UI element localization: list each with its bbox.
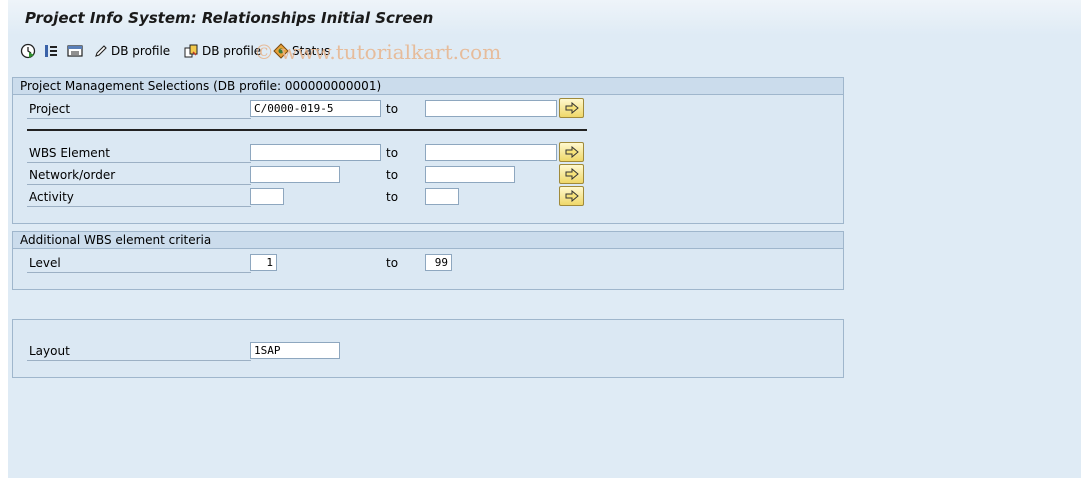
db-profile-copy-button[interactable]: DB profile: [184, 42, 261, 60]
project-multiple-selection-button[interactable]: [559, 98, 584, 118]
db-profile-copy-label: DB profile: [202, 44, 262, 58]
page-title: Project Info System: Relationships Initi…: [25, 9, 434, 27]
copy-profile-icon: [184, 44, 198, 57]
pencil-icon: [95, 45, 107, 57]
project-from-input[interactable]: C/0000-019-5: [250, 100, 381, 117]
activity-label: Activity: [29, 190, 74, 204]
arrow-right-icon: [565, 146, 579, 158]
label-underline: [27, 118, 251, 119]
label-underline: [27, 162, 251, 163]
activity-multiple-selection-button[interactable]: [559, 186, 584, 206]
project-to-input[interactable]: [425, 100, 557, 117]
arrow-right-icon: [565, 168, 579, 180]
separator-line: [27, 129, 587, 131]
application-toolbar: DB profile DB profile Status: [8, 38, 1081, 64]
arrow-right-icon: [565, 190, 579, 202]
label-underline: [27, 206, 251, 207]
level-to-input[interactable]: 99: [425, 254, 452, 271]
selection-options-icon: [45, 45, 57, 57]
get-variant-icon: [67, 45, 83, 57]
network-order-to-input[interactable]: [425, 166, 515, 183]
selection-options-button[interactable]: [43, 42, 59, 60]
title-bar: Project Info System: Relationships Initi…: [8, 0, 1081, 35]
group-title-project-management: Project Management Selections (DB profil…: [13, 78, 843, 95]
label-underline: [27, 360, 251, 361]
project-management-selections-group: Project Management Selections (DB profil…: [12, 77, 844, 224]
status-button[interactable]: Status: [273, 42, 330, 60]
activity-to-label: to: [386, 190, 399, 204]
status-icon: [273, 43, 289, 59]
network-order-multiple-selection-button[interactable]: [559, 164, 584, 184]
wbs-element-from-input[interactable]: [250, 144, 381, 161]
activity-from-input[interactable]: [250, 188, 284, 205]
network-order-from-input[interactable]: [250, 166, 340, 183]
execute-clock-icon: [20, 43, 36, 59]
label-underline: [27, 272, 251, 273]
group-title-additional-wbs: Additional WBS element criteria: [13, 232, 843, 249]
layout-group: Layout 1SAP: [12, 319, 844, 378]
wbs-element-label: WBS Element: [29, 146, 110, 160]
arrow-right-icon: [565, 102, 579, 114]
level-label: Level: [29, 256, 61, 270]
layout-label: Layout: [29, 344, 70, 358]
db-profile-edit-label: DB profile: [111, 44, 171, 58]
execute-button[interactable]: [20, 42, 36, 60]
additional-wbs-criteria-group: Additional WBS element criteria Level 1 …: [12, 231, 844, 290]
wbs-element-multiple-selection-button[interactable]: [559, 142, 584, 162]
network-order-label: Network/order: [29, 168, 116, 182]
activity-to-input[interactable]: [425, 188, 459, 205]
label-underline: [27, 184, 251, 185]
project-label: Project: [29, 102, 71, 116]
level-to-label: to: [386, 256, 399, 270]
layout-input[interactable]: 1SAP: [250, 342, 340, 359]
wbs-element-to-label: to: [386, 146, 399, 160]
get-variant-button[interactable]: [67, 42, 84, 60]
wbs-element-to-input[interactable]: [425, 144, 557, 161]
network-order-to-label: to: [386, 168, 399, 182]
level-from-input[interactable]: 1: [250, 254, 277, 271]
sap-screen: Project Info System: Relationships Initi…: [8, 0, 1081, 478]
project-to-label: to: [386, 102, 399, 116]
db-profile-edit-button[interactable]: DB profile: [94, 42, 170, 60]
status-label: Status: [292, 44, 331, 58]
